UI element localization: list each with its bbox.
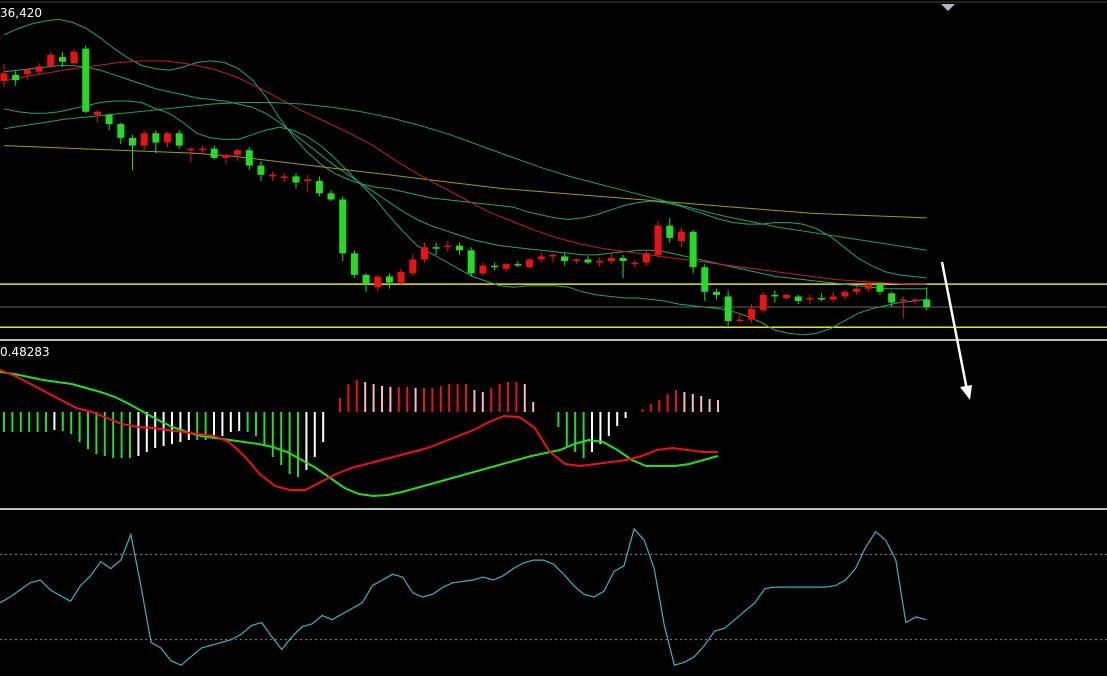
candle-body	[70, 51, 78, 64]
candle-body	[701, 267, 709, 292]
candle-body	[222, 154, 230, 158]
candle-body	[0, 73, 8, 81]
candle-body	[12, 74, 20, 81]
candle-body	[280, 176, 288, 178]
candle-body	[128, 137, 136, 146]
candle-body	[362, 274, 370, 285]
candle-body	[607, 257, 615, 262]
candle-body	[911, 299, 919, 302]
candle-body	[175, 133, 183, 146]
candle-body	[152, 133, 160, 143]
candle-body	[841, 291, 849, 297]
candle-body	[491, 265, 499, 268]
candle-body	[596, 261, 604, 263]
candle-body	[748, 308, 756, 320]
candle-body	[584, 259, 592, 263]
candle-body	[257, 165, 265, 175]
oscillator-line	[0, 527, 927, 666]
candle-body	[420, 247, 428, 260]
candle-body	[526, 259, 534, 268]
candle-body	[514, 264, 522, 266]
bollinger-middle-line	[3, 65, 927, 290]
candle-body	[245, 150, 253, 166]
candle-body	[47, 54, 55, 67]
macd-signal-line	[0, 371, 719, 498]
candle-body	[619, 257, 627, 262]
trading-chart[interactable]: 36,420 0.48283	[0, 0, 1107, 672]
candle-body	[806, 297, 814, 300]
candle-body	[292, 176, 300, 183]
candle-body	[853, 288, 861, 292]
candle-body	[479, 265, 487, 274]
candle-body	[876, 284, 884, 292]
candle-body	[724, 296, 732, 322]
candle-body	[187, 148, 195, 151]
candle-body	[210, 148, 218, 158]
candle-body	[888, 293, 896, 303]
candle-body	[199, 148, 207, 151]
candle-body	[350, 253, 358, 275]
candle-body	[899, 299, 907, 302]
candle-body	[642, 253, 650, 263]
candle-body	[631, 262, 639, 265]
chart-shift-marker	[941, 4, 955, 11]
price-level-label: 36,420	[0, 6, 42, 20]
macd-value-label: 0.48283	[0, 345, 50, 359]
candle-body	[923, 299, 931, 308]
candle-body	[549, 254, 557, 257]
chart-canvas[interactable]	[0, 0, 1107, 672]
candle-body	[432, 247, 440, 249]
candle-body	[783, 294, 791, 298]
candle-body	[339, 199, 347, 254]
macd-main-line	[0, 369, 718, 491]
candle-body	[456, 245, 464, 251]
candle-body	[117, 124, 125, 138]
candle-body	[397, 271, 405, 283]
candle-body	[829, 296, 837, 300]
candle-body	[105, 114, 113, 125]
bollinger-upper-line	[3, 18, 927, 279]
candle-body	[771, 294, 779, 297]
candle-body	[794, 296, 802, 302]
candle-body	[35, 66, 43, 72]
candle-body	[23, 69, 31, 75]
candle-body	[327, 193, 335, 200]
candle-body	[572, 259, 580, 262]
candle-body	[712, 291, 720, 295]
moving-average-green	[3, 102, 927, 251]
candle-body	[736, 319, 744, 322]
candle-body	[374, 276, 382, 288]
candle-body	[689, 231, 697, 268]
candle-body	[444, 245, 452, 248]
candle-body	[234, 150, 242, 155]
candle-body	[502, 264, 510, 269]
candle-body	[82, 48, 90, 112]
candle-body	[93, 111, 101, 115]
candle-body	[759, 294, 767, 311]
candle-body	[537, 256, 545, 260]
moving-average-red	[3, 60, 927, 285]
candle-body	[315, 181, 323, 194]
candle-body	[561, 256, 569, 262]
candle-body	[58, 57, 66, 62]
moving-average-yellow	[3, 145, 927, 219]
candle-body	[140, 133, 148, 146]
candle-body	[409, 259, 417, 274]
candle-body	[677, 231, 685, 242]
candle-body	[304, 179, 312, 182]
candle-body	[654, 225, 662, 255]
candle-body	[864, 284, 872, 289]
candle-body	[467, 250, 475, 274]
candle-body	[269, 174, 277, 177]
candle-body	[818, 297, 826, 300]
forecast-arrow	[940, 261, 969, 391]
candle-body	[385, 276, 393, 283]
forecast-arrowhead	[960, 385, 972, 400]
candle-body	[666, 225, 674, 238]
candle-body	[164, 133, 172, 143]
